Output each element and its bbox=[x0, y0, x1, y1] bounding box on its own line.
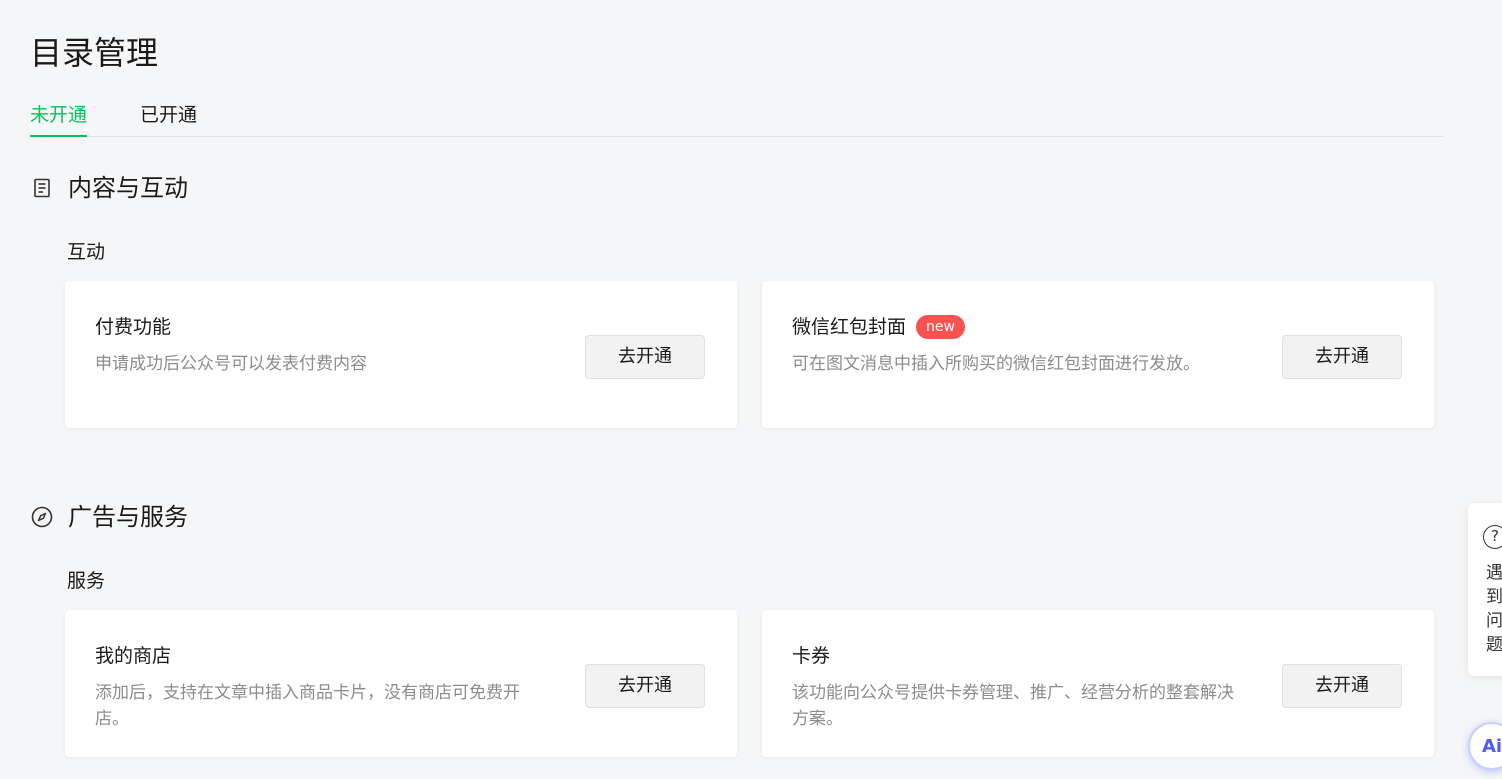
section-title-content-interaction: 内容与互动 bbox=[30, 170, 188, 206]
card-description: 该功能向公众号提供卡券管理、推广、经营分析的整套解决方案。 bbox=[792, 683, 1234, 729]
card-title: 卡券 bbox=[792, 642, 830, 670]
activate-button[interactable]: 去开通 bbox=[585, 664, 705, 708]
tab-not-activated[interactable]: 未开通 bbox=[30, 100, 88, 137]
subsection-services: 服务 bbox=[67, 570, 106, 592]
page-title: 目录管理 bbox=[30, 34, 159, 72]
card-title-text: 卡券 bbox=[792, 645, 831, 667]
ai-label: Ai bbox=[1482, 736, 1502, 757]
activate-button[interactable]: 去开通 bbox=[1282, 664, 1402, 708]
activate-button[interactable]: 去开通 bbox=[1282, 335, 1402, 379]
feature-card-red-packet-cover: 微信红包封面 new 可在图文消息中插入所购买的微信红包封面进行发放。 去开通 bbox=[762, 281, 1434, 428]
catalog-management-page: 目录管理 未开通 已开通 内容与互动 互动 付费功能 申请成功后公众号可以发表付… bbox=[0, 0, 1502, 779]
card-title: 我的商店 bbox=[95, 642, 171, 670]
card-description: 可在图文消息中插入所购买的微信红包封面进行发放。 bbox=[792, 354, 1200, 374]
compass-icon bbox=[30, 505, 54, 529]
section-title-label: 广告与服务 bbox=[68, 503, 188, 531]
card-title-text: 付费功能 bbox=[95, 316, 172, 338]
feature-card-paid: 付费功能 申请成功后公众号可以发表付费内容 去开通 bbox=[65, 281, 737, 428]
feature-card-coupons: 卡券 该功能向公众号提供卡券管理、推广、经营分析的整套解决方案。 去开通 bbox=[762, 610, 1434, 757]
new-badge: new bbox=[916, 315, 965, 339]
help-text: 遇到问题 bbox=[1486, 563, 1502, 655]
card-title: 付费功能 bbox=[95, 313, 171, 341]
ai-assistant-button[interactable]: Ai bbox=[1468, 722, 1502, 770]
subsection-interaction: 互动 bbox=[67, 241, 106, 263]
question-icon: ? bbox=[1483, 525, 1502, 549]
section-title-label: 内容与互动 bbox=[68, 174, 188, 202]
status-tabs: 未开通 已开通 bbox=[30, 100, 1444, 137]
card-title-text: 微信红包封面 bbox=[792, 316, 907, 338]
tab-activated[interactable]: 已开通 bbox=[140, 100, 197, 137]
card-title-text: 我的商店 bbox=[95, 645, 172, 667]
feature-card-my-store: 我的商店 添加后，支持在文章中插入商品卡片，没有商店可免费开店。 去开通 bbox=[65, 610, 737, 757]
card-title: 微信红包封面 new bbox=[792, 313, 965, 341]
activate-button[interactable]: 去开通 bbox=[585, 335, 705, 379]
document-icon bbox=[30, 176, 54, 200]
help-float-panel[interactable]: ? 遇到问题 bbox=[1468, 503, 1502, 676]
card-description: 添加后，支持在文章中插入商品卡片，没有商店可免费开店。 bbox=[95, 683, 520, 729]
card-description: 申请成功后公众号可以发表付费内容 bbox=[95, 354, 367, 374]
section-title-ads-services: 广告与服务 bbox=[30, 499, 188, 535]
